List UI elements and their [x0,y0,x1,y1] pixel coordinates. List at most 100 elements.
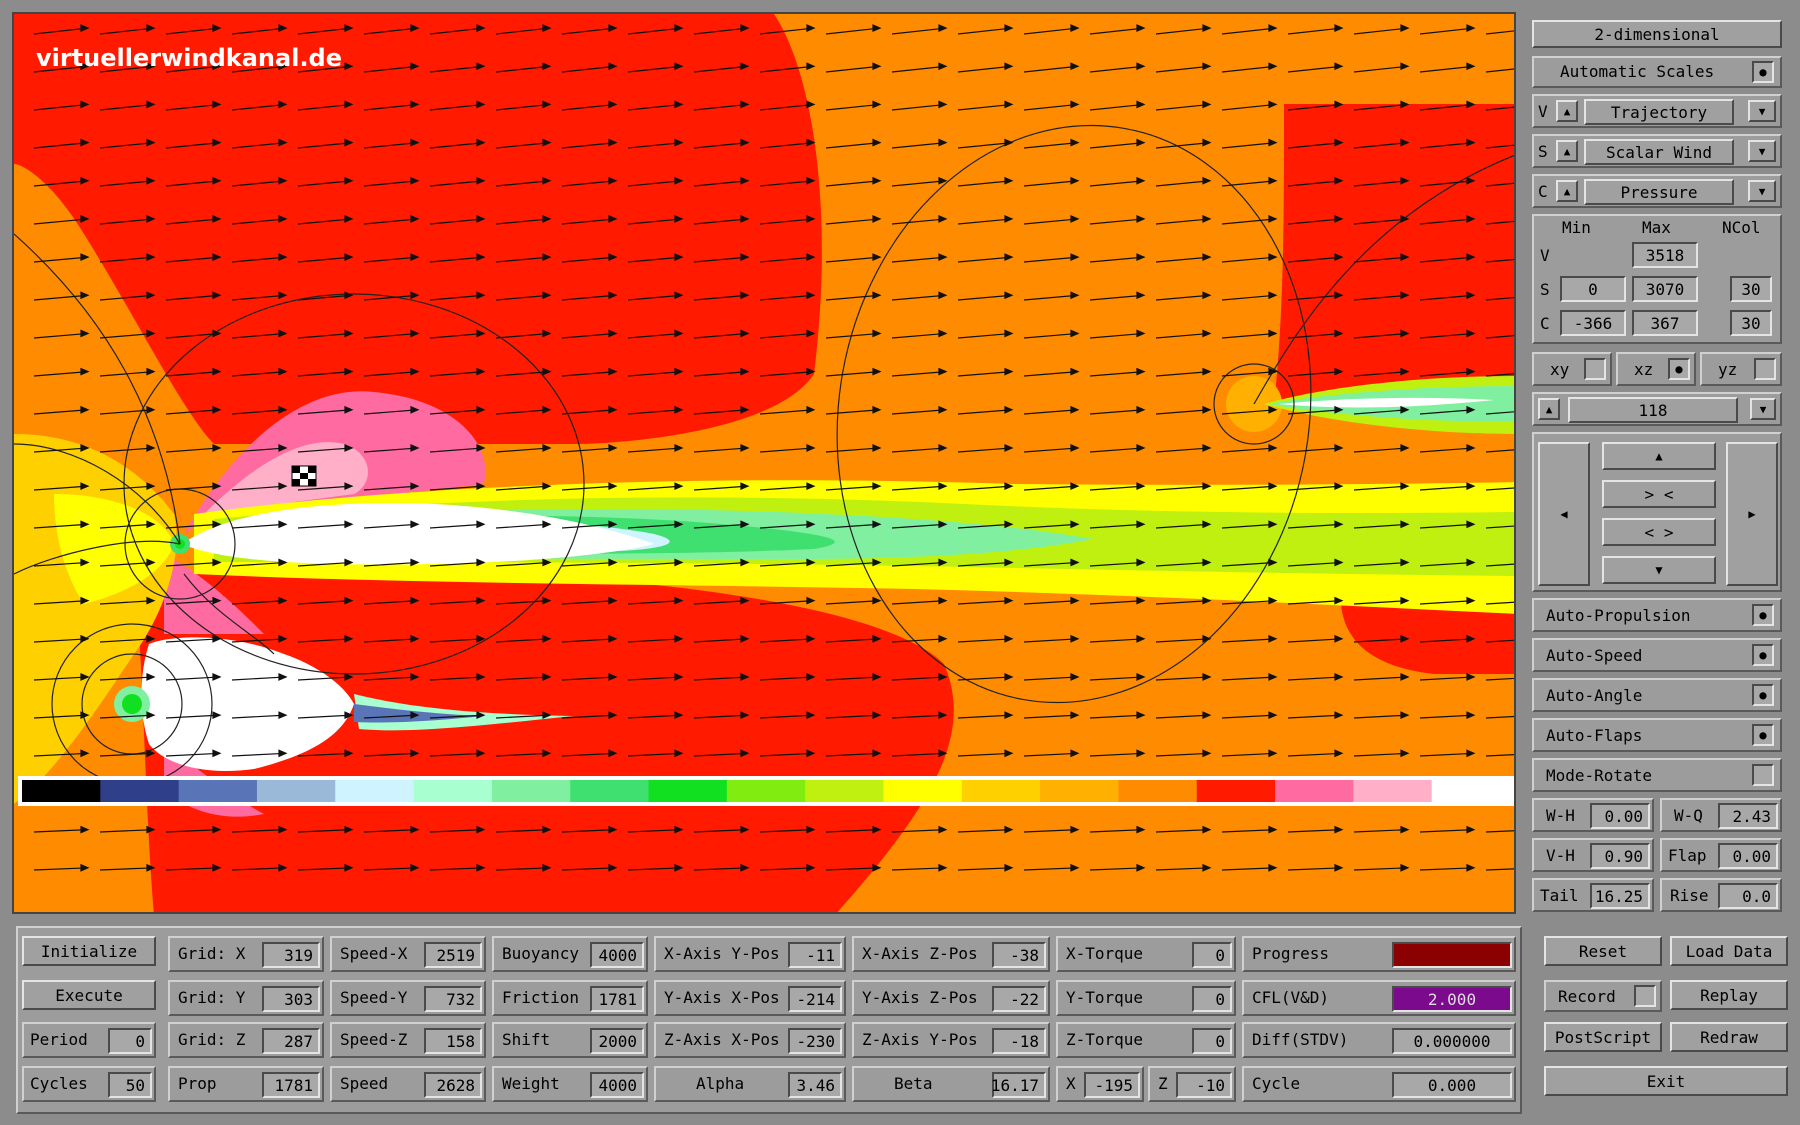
x-coord-label: X [1066,1074,1076,1093]
auto-scales-checkbox[interactable]: ● [1752,61,1774,83]
postscript-button[interactable]: PostScript [1544,1022,1662,1052]
record-checkbox[interactable] [1634,985,1656,1007]
scalar-down-button[interactable]: ▼ [1748,140,1776,162]
alpha-field[interactable]: 3.46 [788,1072,842,1098]
speed-x-field[interactable]: 2519 [424,942,482,968]
color-scale-swatch [256,780,336,802]
x-torque-field[interactable]: 0 [1192,942,1232,968]
auto-angle-checkbox[interactable]: ● [1752,684,1774,706]
v-max-field[interactable]: 3518 [1632,242,1698,268]
diff-group: Diff(STDV) 0.000000 [1242,1022,1516,1058]
beta-field[interactable]: 16.17 [991,1072,1046,1098]
color-down-button[interactable]: ▼ [1748,180,1776,202]
x-torque-label: X-Torque [1066,944,1144,963]
plane-xy-label: xy [1550,360,1570,379]
scalar-mode-select[interactable]: Scalar Wind [1584,139,1734,165]
scalar-row-label: S [1538,142,1548,161]
auto-propulsion-toggle: Auto-Propulsion ● [1532,598,1782,632]
mode-rotate-checkbox[interactable] [1752,764,1774,786]
vector-mode-select[interactable]: Trajectory [1584,99,1734,125]
cycles-field[interactable]: 50 [108,1072,152,1098]
c-max-field[interactable]: 367 [1632,310,1698,336]
z-torque-group: Z-Torque 0 [1056,1022,1236,1058]
x-coord-field[interactable]: -195 [1084,1072,1140,1098]
auto-propulsion-checkbox[interactable]: ● [1752,604,1774,626]
x-axis-z-pos-field[interactable]: -38 [992,942,1046,968]
auto-flaps-checkbox[interactable]: ● [1752,724,1774,746]
tail-field[interactable]: 16.25 [1590,883,1650,909]
plane-xy-radio[interactable] [1584,358,1606,380]
plane-yz-radio[interactable] [1754,358,1776,380]
pan-down-button[interactable]: ▼ [1602,556,1716,584]
vector-down-button[interactable]: ▼ [1748,100,1776,122]
friction-group: Friction 1781 [492,980,648,1016]
period-field[interactable]: 0 [108,1028,152,1054]
load-data-button[interactable]: Load Data [1670,936,1788,966]
grid-z-field[interactable]: 287 [262,1028,320,1054]
color-mode-select[interactable]: Pressure [1584,179,1734,205]
pan-left-button[interactable]: ◀ [1538,442,1590,586]
y-torque-field[interactable]: 0 [1192,986,1232,1012]
y-axis-x-pos-field[interactable]: -214 [788,986,842,1012]
rise-field[interactable]: 0.0 [1718,883,1778,909]
speed-y-field[interactable]: 732 [424,986,482,1012]
color-scale-swatch [883,780,963,802]
c-min-field[interactable]: -366 [1560,310,1626,336]
color-scale-swatch [805,780,884,802]
plane-xz-radio[interactable]: ● [1668,358,1690,380]
weight-field[interactable]: 4000 [590,1072,644,1098]
z-torque-field[interactable]: 0 [1192,1028,1232,1054]
pan-up-button[interactable]: ▲ [1602,442,1716,470]
y-axis-z-pos-field[interactable]: -22 [992,986,1046,1012]
plane-yz-label: yz [1718,360,1738,379]
z-axis-x-pos-field[interactable]: -230 [788,1028,842,1054]
c-ncol-field[interactable]: 30 [1730,310,1772,336]
buoyancy-field[interactable]: 4000 [590,942,644,968]
x-axis-y-pos-field[interactable]: -11 [788,942,842,968]
scalar-up-button[interactable]: ▲ [1556,140,1578,162]
z-axis-y-pos-field[interactable]: -18 [992,1028,1046,1054]
flap-field[interactable]: 0.00 [1718,843,1778,869]
grid-x-field[interactable]: 319 [262,942,320,968]
slice-value[interactable]: 118 [1568,397,1738,423]
weight-group: Weight 4000 [492,1066,648,1102]
slice-down-button[interactable]: ▼ [1750,398,1776,420]
replay-button[interactable]: Replay [1670,980,1788,1010]
slice-up-button[interactable]: ▲ [1538,398,1560,420]
y-axis-x-pos-group: Y-Axis X-Pos -214 [654,980,846,1016]
color-scale-swatch [961,780,1041,802]
color-up-button[interactable]: ▲ [1556,180,1578,202]
prop-field[interactable]: 1781 [262,1072,320,1098]
exit-button[interactable]: Exit [1544,1066,1788,1096]
wh-field[interactable]: 0.00 [1590,803,1650,829]
ncol-header: NCol [1722,218,1761,237]
shift-field[interactable]: 2000 [590,1028,644,1054]
speed-z-field[interactable]: 158 [424,1028,482,1054]
s-max-field[interactable]: 3070 [1632,276,1698,302]
zoom-in-button[interactable]: > < [1602,480,1716,508]
vector-up-button[interactable]: ▲ [1556,100,1578,122]
z-axis-y-pos-label: Z-Axis Y-Pos [862,1030,978,1049]
friction-field[interactable]: 1781 [590,986,644,1012]
execute-button[interactable]: Execute [22,980,156,1010]
initialize-button[interactable]: Initialize [22,936,156,966]
s-min-field[interactable]: 0 [1560,276,1626,302]
reset-button[interactable]: Reset [1544,936,1662,966]
record-label: Record [1558,987,1616,1006]
control-panel: 2-dimensional Automatic Scales ● V ▲ Tra… [1524,8,1792,918]
wq-field[interactable]: 2.43 [1718,803,1778,829]
speed-field[interactable]: 2628 [424,1072,482,1098]
color-scale-swatch [1040,780,1119,802]
auto-speed-checkbox[interactable]: ● [1752,644,1774,666]
simulation-view[interactable]: virtuellerwindkanal.de [12,12,1516,914]
color-scale-swatch [648,780,728,802]
zoom-out-button[interactable]: < > [1602,518,1716,546]
x-axis-z-pos-label: X-Axis Z-Pos [862,944,978,963]
s-ncol-field[interactable]: 30 [1730,276,1772,302]
grid-y-field[interactable]: 303 [262,986,320,1012]
z-coord-field[interactable]: -10 [1176,1072,1232,1098]
pan-right-button[interactable]: ▶ [1726,442,1778,586]
redraw-button[interactable]: Redraw [1670,1022,1788,1052]
mode-2d-button[interactable]: 2-dimensional [1532,20,1782,48]
vh-field[interactable]: 0.90 [1590,843,1650,869]
